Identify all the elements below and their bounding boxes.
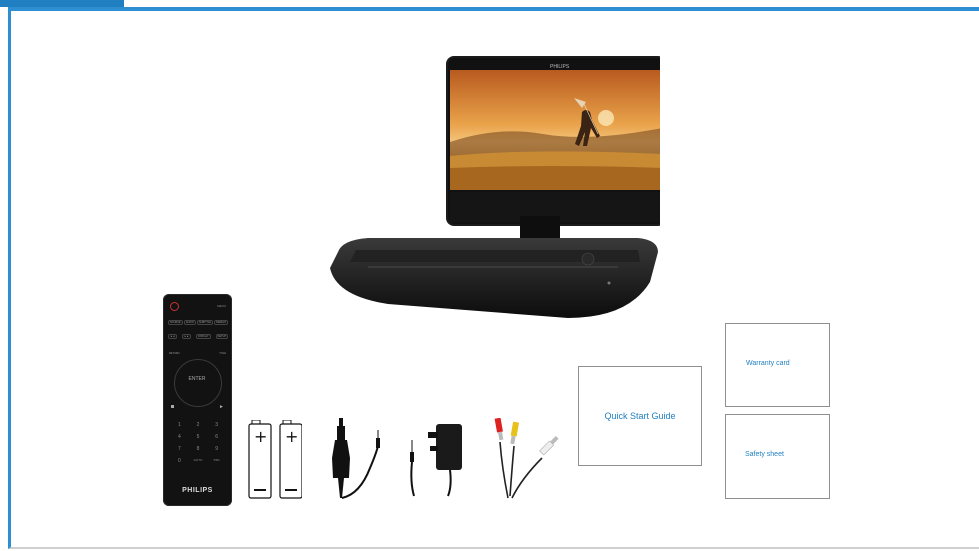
- header-tab: [0, 0, 124, 7]
- digit-key: 1: [177, 422, 181, 428]
- digit-key: 4: [177, 434, 181, 440]
- remote-left-key: RETURN: [169, 352, 180, 355]
- remote-row1: SOURCE AUDIO SUBTITLE REPEAT: [168, 320, 228, 325]
- safety-sheet-card: Safety sheet: [725, 414, 830, 499]
- safety-sheet-label: Safety sheet: [745, 451, 784, 458]
- number-pad: 1 2 3 4 5 6 7 8 9 0 GOTO PBC: [170, 422, 226, 464]
- digit-key: 5: [196, 434, 200, 440]
- digit-key: 6: [215, 434, 219, 440]
- ac-adapter-image: [410, 424, 462, 497]
- digit-key: 9: [215, 446, 219, 452]
- play-pause-icon: ►: [219, 404, 224, 410]
- digit-key: 0: [177, 458, 181, 464]
- quick-start-guide-card: Quick Start Guide: [578, 366, 702, 466]
- remote-key: DISPLAY: [196, 334, 211, 339]
- car-charger-image: [332, 418, 380, 499]
- digit-key: 7: [177, 446, 181, 452]
- remote-control: MENU SOURCE AUDIO SUBTITLE REPEAT ◄◄ ►► …: [163, 294, 232, 506]
- remote-key: SUBTITLE: [197, 320, 213, 325]
- digit-key: 8: [196, 446, 200, 452]
- remote-key: SETUP: [215, 334, 228, 339]
- navigation-ring: [174, 359, 222, 407]
- batteries-image: + +: [248, 420, 302, 499]
- remote-row2: ◄◄ ►► DISPLAY SETUP: [168, 334, 228, 339]
- warranty-card-label: Warranty card: [746, 360, 790, 367]
- remote-key: ◄◄: [168, 334, 177, 339]
- enter-key: ENTER: [188, 376, 206, 382]
- screen-brand-text: PHILIPS: [550, 64, 570, 70]
- digit-key: 3: [215, 422, 219, 428]
- svg-text:+: +: [254, 427, 267, 446]
- svg-text:+: +: [285, 427, 298, 446]
- warranty-card: Warranty card: [725, 323, 830, 407]
- remote-key: REPEAT: [214, 320, 228, 325]
- av-cable-image: [494, 418, 559, 499]
- remote-right-key: TITLE: [219, 352, 226, 355]
- remote-top-label: MENU: [217, 304, 226, 308]
- digit-key: 2: [196, 422, 200, 428]
- portable-dvd-player-image: PHILIPS: [330, 56, 660, 318]
- power-icon: [170, 302, 179, 311]
- remote-brand: PHILIPS: [182, 487, 213, 494]
- goto-key: GOTO: [193, 458, 203, 462]
- pbc-key: PBC: [213, 458, 220, 462]
- remote-key: ►►: [182, 334, 192, 339]
- remote-key: SOURCE: [168, 320, 183, 325]
- stop-icon: [171, 405, 174, 408]
- quick-start-guide-label: Quick Start Guide: [604, 411, 676, 421]
- remote-key: AUDIO: [183, 320, 196, 325]
